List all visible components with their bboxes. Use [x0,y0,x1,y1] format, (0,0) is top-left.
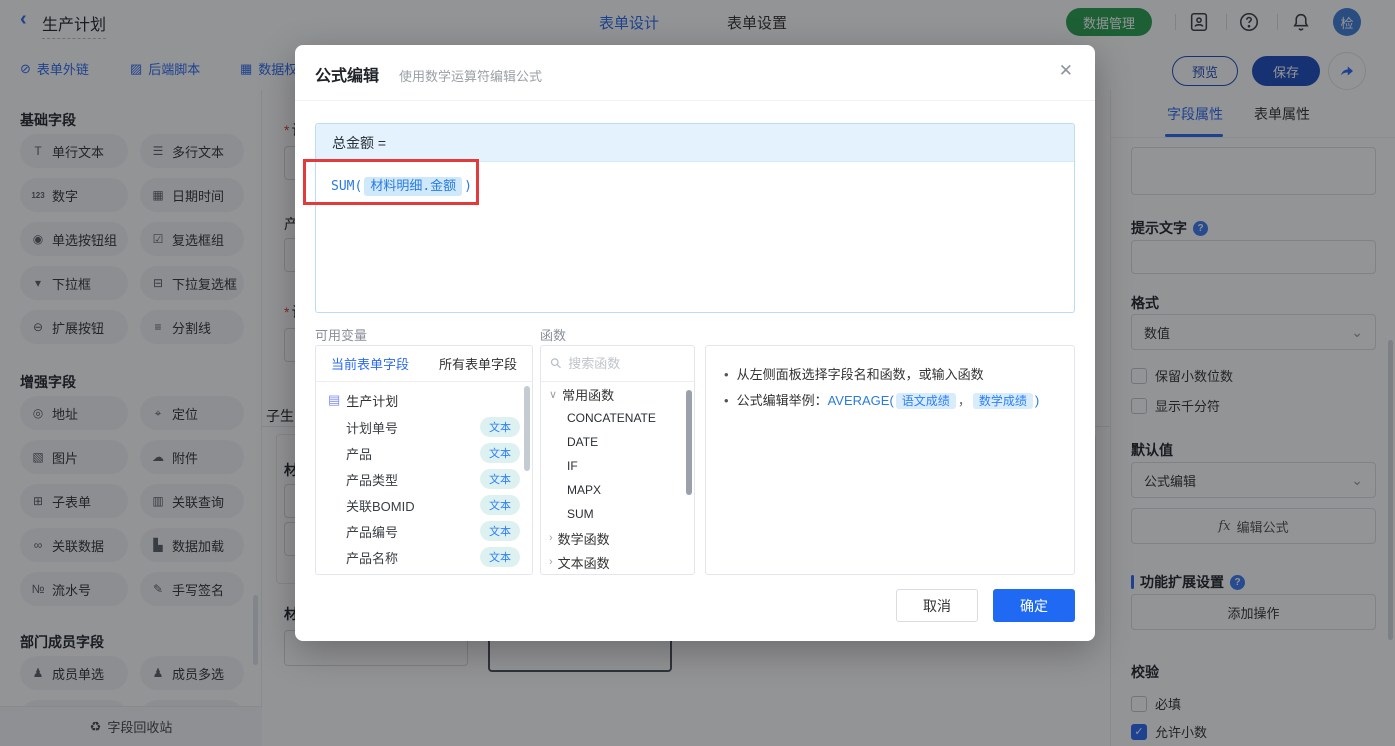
formula-editor-modal: 公式编辑 使用数学运算符编辑公式 ✕ 总金额 = SUM(材料明细.金额) 可用… [295,45,1095,641]
tip-text: 从左侧面板选择字段名和函数，或输入函数 [736,367,984,382]
function-search[interactable]: ⚲ [541,346,694,382]
function-item[interactable]: CONCATENATE [541,406,694,430]
tip-field-chip: 语文成绩 [895,393,956,409]
variable-name: 产品类型 [346,472,399,488]
variable-row[interactable]: 产品名称 文本 [316,544,532,570]
tip-example: 公式编辑举例：AVERAGE(语文成绩，数学成绩) [736,388,1040,414]
functions-panel: ⚲ ∨ 常用函数 CONCATENATE DATE IF MAPX SUM › … [540,345,695,575]
tip-line-1: • 从左侧面板选择字段名和函数，或输入函数 [724,362,1056,388]
formula-editor-box[interactable]: 总金额 = SUM(材料明细.金额) [315,123,1075,313]
variable-name: 产品 [346,446,373,462]
variable-row[interactable]: 产品编号 文本 [316,518,532,544]
function-item[interactable]: IF [541,454,694,478]
variables-tree-root[interactable]: ▤ 生产计划 [316,386,532,414]
type-badge: 文本 [480,443,520,463]
tip-separator: ， [957,393,971,408]
variables-scrollbar[interactable] [524,386,530,471]
formula-target: 总金额 = [316,124,1074,162]
variable-row[interactable]: 产品类型 文本 [316,466,532,492]
function-item[interactable]: SUM [541,502,694,526]
tab-current-form-fields[interactable]: 当前表单字段 [316,346,424,381]
variable-row[interactable]: 关联BOMID 文本 [316,492,532,518]
function-group-common[interactable]: ∨ 常用函数 [541,382,694,406]
type-badge: 文本 [480,417,520,437]
document-icon: ▤ [328,392,341,407]
variable-name: 关联BOMID [346,498,415,514]
bullet-icon: • [724,393,729,408]
function-group-label: 常用函数 [562,387,615,403]
variables-panel: 当前表单字段 所有表单字段 ▤ 生产计划 计划单号 文本 产品 文本 产品类型 文本 … [315,345,533,575]
bullet-icon: • [724,367,729,382]
tab-all-form-fields[interactable]: 所有表单字段 [424,346,532,381]
function-group-math[interactable]: › 数学函数 [541,526,694,550]
function-group-label: 数学函数 [557,531,610,547]
cancel-button[interactable]: 取消 [896,589,978,622]
type-badge: 文本 [480,469,520,489]
modal-title: 公式编辑 [315,68,380,85]
function-item[interactable]: DATE [541,430,694,454]
tree-root-label: 生产计划 [346,393,399,409]
tip-example-fn: AVERAGE( [827,393,894,408]
variable-name: 产品编号 [346,524,399,540]
modal-subtitle: 使用数学运算符编辑公式 [399,69,543,84]
function-item[interactable]: MAPX [541,478,694,502]
variables-label: 可用变量 [315,328,368,343]
function-group-text[interactable]: › 文本函数 [541,550,694,574]
tip-example-close: ) [1034,393,1040,408]
search-icon: ⚲ [546,353,566,373]
variable-row[interactable]: 产品 文本 [316,440,532,466]
confirm-button[interactable]: 确定 [993,589,1075,622]
app-root: ‹ 生产计划 表单设计 表单设置 数据管理 检 ⊘ 表单外链 ▨ 后端脚本 ▦ … [0,0,1395,746]
tip-example-prefix: 公式编辑举例： [736,393,828,408]
functions-label: 函数 [540,328,567,343]
variable-row[interactable]: 计划单号 文本 [316,414,532,440]
tip-line-2: • 公式编辑举例：AVERAGE(语文成绩，数学成绩) [724,388,1056,414]
annotation-highlight-box [303,159,479,205]
collapse-caret-icon: ∨ [549,388,558,401]
close-icon[interactable]: ✕ [1059,61,1073,81]
function-search-input[interactable] [568,356,669,371]
function-group-label: 文本函数 [557,555,610,571]
type-badge: 文本 [480,495,520,515]
tip-field-chip: 数学成绩 [972,393,1033,409]
functions-scrollbar[interactable] [686,390,692,495]
variable-name: 产品名称 [346,550,399,566]
variables-tabs: 当前表单字段 所有表单字段 [316,346,532,382]
expand-caret-icon: › [549,532,553,544]
expand-caret-icon: › [549,556,553,568]
type-badge: 文本 [480,521,520,541]
tips-panel: • 从左侧面板选择字段名和函数，或输入函数 • 公式编辑举例：AVERAGE(语… [705,345,1075,575]
modal-header: 公式编辑 使用数学运算符编辑公式 ✕ [295,45,1095,101]
type-badge: 文本 [480,547,520,567]
variable-name: 计划单号 [346,420,399,436]
